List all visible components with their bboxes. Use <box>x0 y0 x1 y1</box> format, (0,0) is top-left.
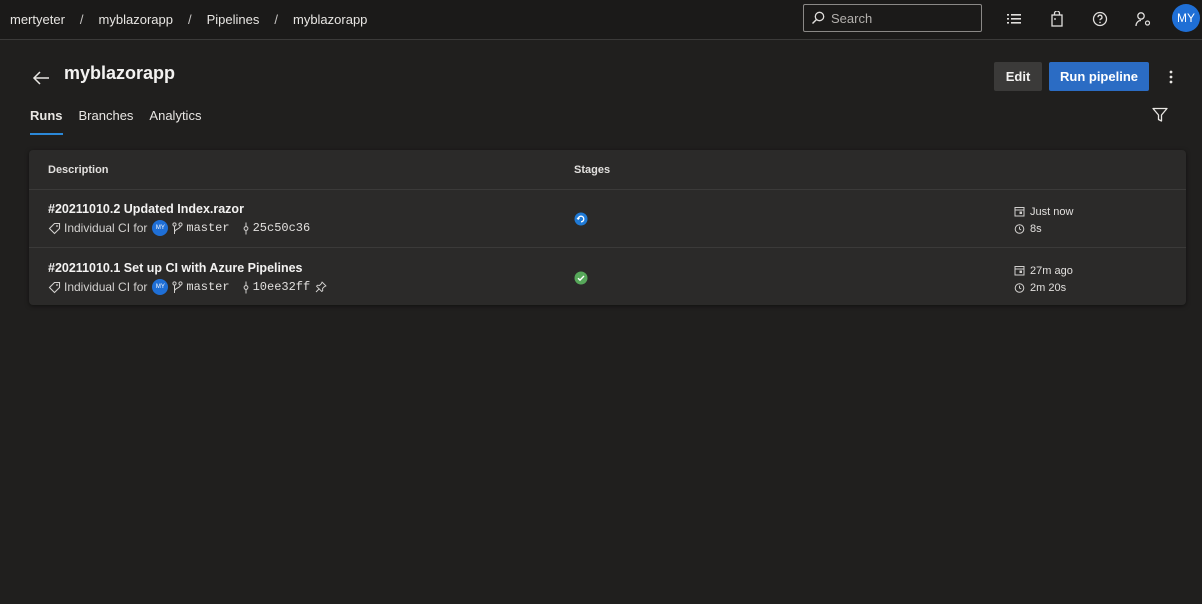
more-vertical-icon <box>1169 70 1173 84</box>
column-header-description: Description <box>48 164 109 176</box>
avatar: MY <box>152 279 169 295</box>
branch-icon <box>172 280 183 294</box>
run-title[interactable]: #20211010.1 Set up CI with Azure Pipelin… <box>48 261 303 275</box>
run-time: 27m ago 2m 20s <box>1014 262 1073 296</box>
top-bar: mertyeter / myblazorapp / Pipelines / my… <box>0 0 1202 40</box>
breadcrumb-section[interactable]: Pipelines <box>207 12 260 27</box>
breadcrumb-org[interactable]: mertyeter <box>10 12 65 27</box>
breadcrumb-pipeline[interactable]: myblazorapp <box>293 12 367 27</box>
clock-icon <box>1014 283 1025 293</box>
user-settings-icon <box>1134 12 1150 27</box>
run-time: Just now 8s <box>1014 203 1073 237</box>
avatar: MY <box>152 220 169 236</box>
run-trigger: Individual CI for <box>64 221 148 235</box>
tag-icon <box>48 281 61 294</box>
run-branch[interactable]: master <box>186 280 229 294</box>
running-icon <box>574 212 588 226</box>
run-when: 27m ago <box>1030 264 1073 277</box>
user-settings-button[interactable] <box>1132 8 1154 30</box>
breadcrumb-separator: / <box>187 11 192 27</box>
shopping-bag-icon <box>1051 11 1063 27</box>
tab-bar: Runs Branches Analytics <box>30 106 217 136</box>
stage-status[interactable] <box>574 271 588 285</box>
breadcrumb-separator: / <box>274 11 278 27</box>
filter-icon <box>1152 107 1168 122</box>
branch-icon <box>172 221 183 235</box>
clock-icon <box>1014 224 1025 234</box>
filter-button[interactable] <box>1151 106 1169 124</box>
breadcrumb: mertyeter / myblazorapp / Pipelines / my… <box>10 0 367 38</box>
success-icon <box>574 271 588 285</box>
back-arrow-icon <box>32 71 49 85</box>
tab-branches[interactable]: Branches <box>79 106 134 136</box>
run-title[interactable]: #20211010.2 Updated Index.razor <box>48 202 244 216</box>
commit-icon <box>242 222 250 235</box>
breadcrumb-separator: / <box>79 11 84 27</box>
run-trigger: Individual CI for <box>64 280 148 294</box>
run-pipeline-button[interactable]: Run pipeline <box>1049 62 1149 91</box>
run-meta: Individual CI for MY master 25c50c36 <box>48 220 310 236</box>
run-duration: 8s <box>1030 222 1042 235</box>
calendar-icon <box>1014 207 1025 217</box>
run-meta: Individual CI for MY master 10ee32ff <box>48 279 330 295</box>
run-duration: 2m 20s <box>1030 281 1067 294</box>
search-icon <box>812 11 825 24</box>
table-row[interactable]: #20211010.1 Set up CI with Azure Pipelin… <box>29 249 1186 307</box>
back-button[interactable] <box>31 66 53 88</box>
tag-icon <box>48 222 61 235</box>
marketplace-button[interactable] <box>1046 8 1068 30</box>
run-when: Just now <box>1030 205 1074 218</box>
breadcrumb-project[interactable]: myblazorapp <box>99 12 173 27</box>
tab-analytics[interactable]: Analytics <box>149 106 201 136</box>
run-commit[interactable]: 10ee32ff <box>253 280 311 294</box>
stage-status[interactable] <box>574 212 588 226</box>
help-icon <box>1092 11 1108 27</box>
edit-button[interactable]: Edit <box>994 62 1042 91</box>
pin-icon[interactable] <box>315 281 327 293</box>
runs-table: Description Stages #20211010.2 Updated I… <box>29 150 1186 305</box>
help-button[interactable] <box>1089 8 1111 30</box>
table-header: Description Stages <box>29 150 1186 190</box>
column-header-stages: Stages <box>574 164 611 176</box>
calendar-icon <box>1014 266 1025 276</box>
run-commit[interactable]: 25c50c36 <box>253 221 311 235</box>
user-avatar[interactable]: MY <box>1172 4 1200 32</box>
table-row[interactable]: #20211010.2 Updated Index.razor Individu… <box>29 190 1186 248</box>
more-actions-button[interactable] <box>1161 66 1181 88</box>
search-box <box>803 4 982 32</box>
work-items-button[interactable] <box>1003 8 1025 30</box>
list-icon <box>1007 14 1021 24</box>
tab-runs[interactable]: Runs <box>30 106 63 136</box>
search-input[interactable] <box>831 10 981 26</box>
page-title: myblazorapp <box>64 63 176 83</box>
commit-icon <box>242 281 250 294</box>
run-branch[interactable]: master <box>186 221 229 235</box>
